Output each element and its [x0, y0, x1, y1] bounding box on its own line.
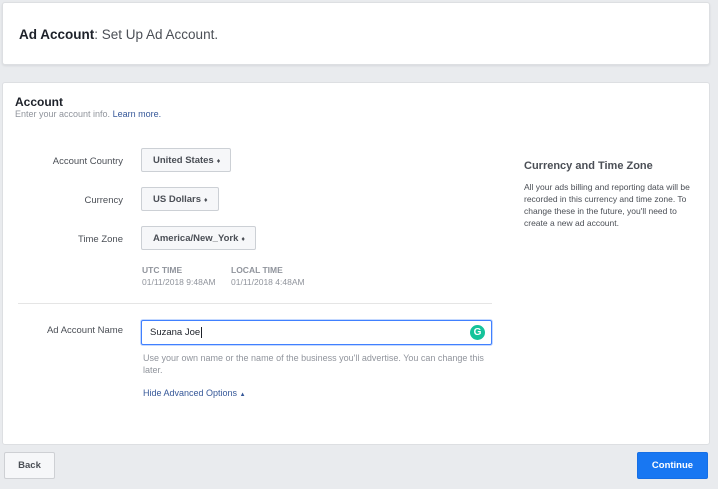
section-subtitle-text: Enter your account info.	[15, 109, 111, 119]
section-subtitle: Enter your account info. Learn more.	[15, 109, 161, 119]
select-caret-icon: ♦	[204, 197, 208, 204]
back-button[interactable]: Back	[4, 452, 55, 479]
local-time-value: 01/11/2018 4:48AM	[231, 277, 305, 287]
ad-account-name-value: Suzana Joe	[150, 327, 203, 339]
select-caret-icon: ♦	[241, 236, 245, 243]
info-body: All your ads billing and reporting data …	[524, 182, 690, 228]
hide-advanced-options-label: Hide Advanced Options	[143, 388, 238, 398]
section-divider	[18, 303, 492, 304]
ad-account-name-text: Suzana Joe	[150, 327, 201, 339]
page-header: Ad Account: Set Up Ad Account.	[2, 2, 710, 65]
caret-up-icon: ▲	[239, 392, 246, 398]
local-time-heading: LOCAL TIME	[231, 265, 283, 275]
currency-select[interactable]: US Dollars ♦	[141, 187, 219, 211]
utc-time-value: 01/11/2018 9:48AM	[142, 277, 216, 287]
select-caret-icon: ♦	[216, 158, 221, 165]
ad-account-name-input[interactable]: Suzana Joe G	[141, 320, 492, 345]
currency-value: US Dollars	[153, 194, 202, 205]
account-country-label: Account Country	[52, 156, 123, 167]
ad-account-name-help: Use your own name or the name of the bus…	[143, 353, 484, 375]
page-title-subtitle: : Set Up Ad Account.	[94, 27, 219, 42]
currency-label: Currency	[84, 195, 123, 206]
timezone-value: America/New_York	[153, 233, 239, 244]
grammarly-icon[interactable]: G	[470, 325, 485, 340]
continue-button[interactable]: Continue	[637, 452, 708, 479]
account-country-select[interactable]: United States ♦	[141, 148, 232, 172]
account-card: Account Enter your account info. Learn m…	[2, 82, 710, 445]
timezone-select[interactable]: America/New_York ♦	[141, 226, 256, 250]
timezone-label: Time Zone	[77, 234, 123, 245]
learn-more-link[interactable]: Learn more.	[113, 109, 162, 119]
section-title: Account	[15, 95, 63, 109]
text-cursor	[201, 327, 203, 338]
info-title: Currency and Time Zone	[524, 160, 653, 172]
utc-time-heading: UTC TIME	[142, 265, 183, 275]
hide-advanced-options-link[interactable]: Hide Advanced Options ▲	[143, 388, 246, 398]
page-title-bold: Ad Account	[19, 27, 95, 42]
ad-account-name-label: Ad Account Name	[46, 325, 123, 336]
page-title: Ad Account: Set Up Ad Account.	[19, 27, 218, 42]
account-country-value: United States	[153, 155, 214, 166]
